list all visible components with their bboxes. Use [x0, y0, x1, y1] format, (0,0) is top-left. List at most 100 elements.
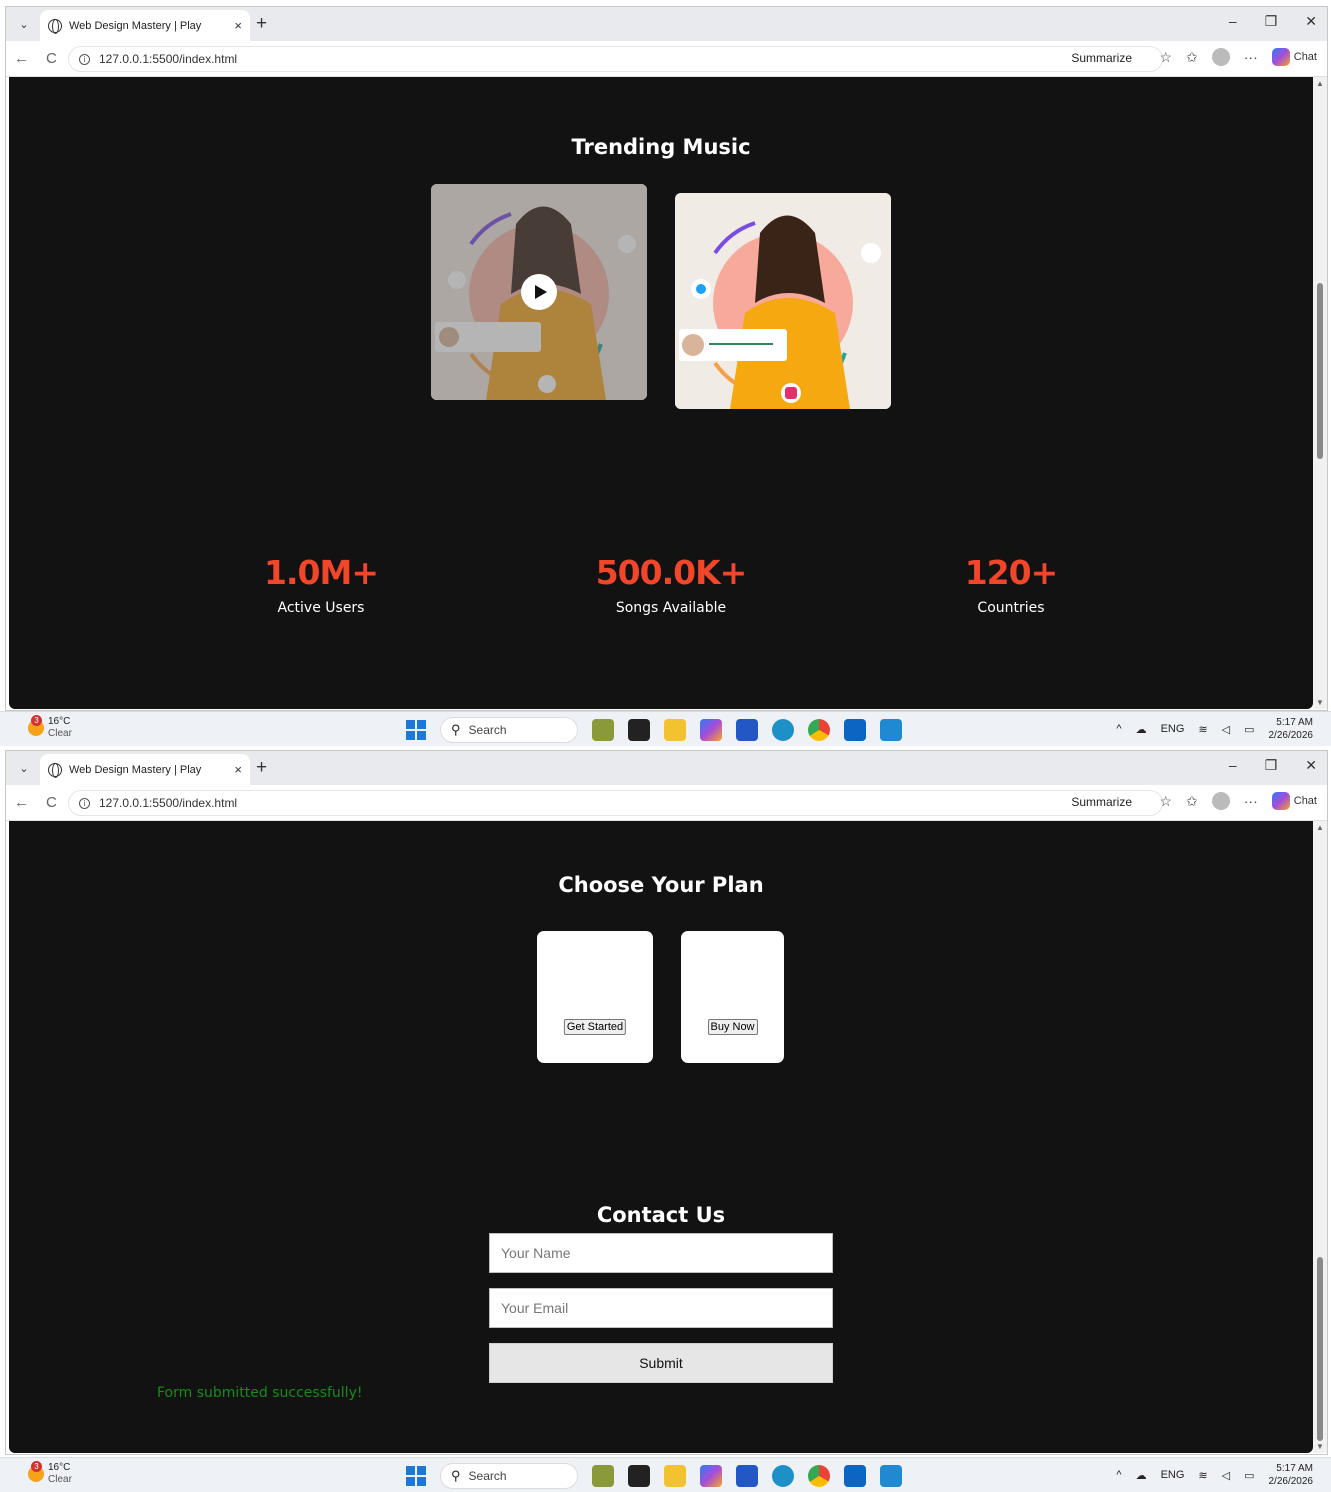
clock[interactable]: 5:17 AM 2/26/2026	[1269, 1462, 1314, 1488]
page-viewport: Choose Your Plan Get Started Buy Now Con…	[9, 821, 1313, 1453]
volume-icon[interactable]: ◁	[1222, 1469, 1230, 1482]
new-tab-button[interactable]: +	[256, 757, 267, 779]
tab-close-icon[interactable]: ×	[234, 18, 242, 33]
restore-button[interactable]: ❐	[1265, 757, 1278, 774]
vscode-icon[interactable]	[880, 719, 902, 741]
tab-close-icon[interactable]: ×	[234, 762, 242, 777]
profile-avatar[interactable]	[1211, 48, 1230, 66]
vscode-icon[interactable]	[880, 1465, 902, 1487]
scrollbar-thumb[interactable]	[1317, 1257, 1323, 1441]
scroll-up-icon[interactable]: ▲	[1316, 823, 1324, 832]
page-scrollbar[interactable]: ▲ ▼	[1313, 77, 1327, 709]
edge-icon[interactable]	[772, 1465, 794, 1487]
battery-icon[interactable]: ▭	[1244, 723, 1254, 736]
music-card[interactable]	[431, 184, 647, 400]
back-button[interactable]: ←	[14, 794, 29, 811]
language-indicator[interactable]: ENG	[1161, 1469, 1185, 1481]
chrome-icon[interactable]	[808, 719, 830, 741]
minimize-button[interactable]: –	[1229, 757, 1237, 774]
favorites-icon[interactable]: ✩	[1186, 793, 1198, 810]
restore-button[interactable]: ❐	[1265, 13, 1278, 30]
new-tab-button[interactable]: +	[256, 13, 267, 35]
contact-title: Contact Us	[596, 1203, 726, 1227]
scroll-up-icon[interactable]: ▲	[1316, 79, 1324, 88]
close-window-button[interactable]: ✕	[1305, 757, 1317, 774]
submit-button[interactable]: Submit	[489, 1343, 833, 1383]
widgets-icon[interactable]	[592, 719, 614, 741]
widgets-icon[interactable]	[592, 1465, 614, 1487]
favorite-star-icon[interactable]: ☆	[1159, 49, 1172, 66]
tab-actions-chevron-icon[interactable]: ⌄	[12, 13, 36, 35]
linkedin-icon[interactable]	[844, 1465, 866, 1487]
minimize-button[interactable]: –	[1229, 13, 1237, 30]
weather-condition: Clear	[48, 728, 72, 739]
chrome-icon[interactable]	[808, 1465, 830, 1487]
weather-widget[interactable]: 3 16°C Clear	[28, 1461, 72, 1486]
temperature: 16°C	[48, 1462, 71, 1473]
weather-widget[interactable]: 3 16°C Clear	[28, 715, 72, 740]
email-input[interactable]	[489, 1288, 833, 1328]
volume-icon[interactable]: ◁	[1222, 723, 1230, 736]
file-explorer-icon[interactable]	[664, 719, 686, 741]
reload-button[interactable]: C	[46, 794, 57, 811]
plan-card: Buy Now	[681, 931, 784, 1063]
edge-icon[interactable]	[772, 719, 794, 741]
site-info-icon[interactable]: i	[79, 53, 90, 65]
browser-tab[interactable]: Web Design Mastery | Play ×	[40, 754, 250, 785]
browser-tab[interactable]: Web Design Mastery | Play ×	[40, 10, 250, 41]
time: 5:17 AM	[1276, 1463, 1313, 1474]
copilot-icon[interactable]	[1271, 792, 1290, 810]
start-windows-icon[interactable]	[406, 1466, 426, 1486]
wifi-icon[interactable]: ≋	[1198, 1469, 1207, 1482]
chat-button[interactable]: Chat	[1294, 51, 1317, 63]
file-explorer-icon[interactable]	[664, 1465, 686, 1487]
page-scrollbar[interactable]: ▲ ▼	[1313, 821, 1327, 1453]
music-card[interactable]	[675, 193, 891, 409]
copilot-icon[interactable]	[1271, 48, 1290, 66]
language-indicator[interactable]: ENG	[1161, 723, 1185, 735]
scroll-down-icon[interactable]: ▼	[1316, 698, 1324, 707]
battery-icon[interactable]: ▭	[1244, 1469, 1254, 1482]
favorites-icon[interactable]: ✩	[1186, 49, 1198, 66]
name-input[interactable]	[489, 1233, 833, 1273]
task-view-icon[interactable]	[628, 719, 650, 741]
favorite-star-icon[interactable]: ☆	[1159, 793, 1172, 810]
taskbar-search[interactable]: ⚲ Search	[440, 717, 578, 743]
wifi-icon[interactable]: ≋	[1198, 723, 1207, 736]
search-label: Search	[468, 1469, 507, 1483]
scrollbar-thumb[interactable]	[1317, 283, 1323, 459]
site-info-icon[interactable]: i	[79, 797, 90, 809]
play-button[interactable]	[521, 274, 557, 310]
profile-avatar[interactable]	[1211, 792, 1230, 810]
summarize-button[interactable]: Summarize	[1071, 51, 1132, 65]
close-window-button[interactable]: ✕	[1305, 13, 1317, 30]
summarize-button[interactable]: Summarize	[1071, 795, 1132, 809]
address-bar[interactable]: i 127.0.0.1:5500/index.html	[68, 46, 1163, 72]
app-icon[interactable]	[736, 1465, 758, 1487]
linkedin-icon[interactable]	[844, 719, 866, 741]
task-view-icon[interactable]	[628, 1465, 650, 1487]
address-bar[interactable]: i 127.0.0.1:5500/index.html	[68, 790, 1163, 816]
chat-button[interactable]: Chat	[1294, 795, 1317, 807]
tray-chevron-icon[interactable]: ^	[1116, 723, 1121, 735]
stat-value: 500.0K+	[595, 553, 748, 592]
onedrive-icon[interactable]: ☁	[1136, 723, 1147, 736]
start-windows-icon[interactable]	[406, 720, 426, 740]
copilot-app-icon[interactable]	[700, 1465, 722, 1487]
tab-actions-chevron-icon[interactable]: ⌄	[12, 757, 36, 779]
clock[interactable]: 5:17 AM 2/26/2026	[1269, 716, 1314, 742]
buy-now-button[interactable]: Buy Now	[707, 1019, 758, 1035]
app-icon[interactable]	[736, 719, 758, 741]
tray-chevron-icon[interactable]: ^	[1116, 1469, 1121, 1481]
taskbar-search[interactable]: ⚲ Search	[440, 1463, 578, 1489]
more-menu-icon[interactable]: ···	[1244, 793, 1258, 809]
reload-button[interactable]: C	[46, 50, 57, 67]
get-started-button[interactable]: Get Started	[563, 1019, 627, 1035]
scroll-down-icon[interactable]: ▼	[1316, 1442, 1324, 1451]
more-menu-icon[interactable]: ···	[1244, 49, 1258, 65]
taskbar: 3 16°C Clear ⚲ Search ^ ☁ ENG ≋ ◁ ▭ 5:17 A…	[0, 711, 1331, 746]
back-button[interactable]: ←	[14, 50, 29, 67]
onedrive-icon[interactable]: ☁	[1136, 1469, 1147, 1482]
copilot-app-icon[interactable]	[700, 719, 722, 741]
weather-badge: 3	[31, 1461, 42, 1472]
